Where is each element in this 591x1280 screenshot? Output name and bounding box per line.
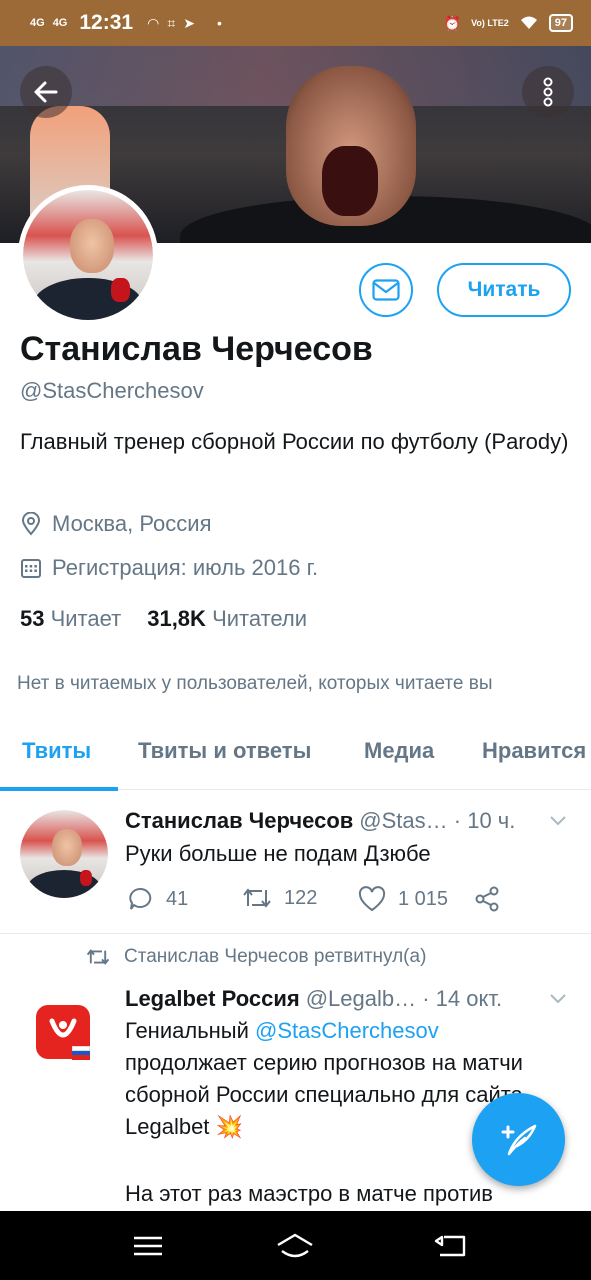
following-label: Читает bbox=[50, 606, 122, 631]
follow-stats: 53 Читает 31,8K Читатели bbox=[20, 606, 307, 632]
mail-icon bbox=[372, 279, 400, 301]
home-icon[interactable] bbox=[275, 1231, 315, 1261]
mention-link[interactable]: @StasCherchesov bbox=[255, 1018, 439, 1043]
like-count: 1 015 bbox=[398, 887, 449, 910]
retweet-indicator: Станислав Черчесов ретвитнул(а) bbox=[86, 946, 426, 968]
tweet-text-2-part1: Гениальный bbox=[125, 1018, 256, 1043]
message-button[interactable] bbox=[359, 263, 413, 317]
tweet-author-avatar[interactable] bbox=[20, 810, 108, 898]
wifi-icon bbox=[520, 16, 537, 29]
followers-count: 31,8K bbox=[147, 606, 206, 631]
system-nav-bar bbox=[0, 1211, 591, 1280]
reply-action[interactable]: 41 bbox=[128, 886, 188, 912]
tweet-handle-time-2: @Legalb… · 14 окт. bbox=[305, 986, 503, 1011]
tab-tweets-replies[interactable]: Твиты и ответы bbox=[138, 738, 311, 764]
rss-icon: ◠ bbox=[147, 14, 160, 31]
legalbet-logo-icon bbox=[49, 1018, 77, 1038]
clock: 12:31 bbox=[79, 11, 134, 34]
avatar-face bbox=[69, 218, 114, 274]
tweet-avatar-photo bbox=[20, 810, 108, 898]
compose-icon bbox=[501, 1124, 536, 1155]
joined-text: Регистрация: июль 2016 г. bbox=[52, 555, 319, 580]
back-button[interactable] bbox=[20, 66, 72, 118]
tab-likes[interactable]: Нравится bbox=[482, 738, 586, 764]
avatar-photo bbox=[23, 190, 153, 320]
profile-bio: Главный тренер сборной России по футболу… bbox=[20, 429, 569, 454]
following-count: 53 bbox=[20, 606, 45, 631]
like-icon bbox=[358, 886, 386, 912]
back-nav-icon[interactable] bbox=[430, 1231, 470, 1261]
location-pin-icon bbox=[21, 512, 41, 536]
profile-tabs: Твиты Твиты и ответы Медиа Нравится bbox=[0, 718, 591, 791]
retweet-icon bbox=[243, 888, 271, 908]
retweet-count: 122 bbox=[284, 886, 318, 909]
followers-stat[interactable]: 31,8K Читатели bbox=[147, 606, 307, 632]
tab-media[interactable]: Медиа bbox=[364, 738, 434, 764]
tweet-avatar-face bbox=[51, 829, 82, 867]
tweet-actions: 41 122 1 015 bbox=[125, 886, 525, 916]
retweet-action[interactable]: 122 bbox=[242, 886, 317, 910]
tweet-divider bbox=[0, 933, 591, 934]
status-bar: 4G 4G 12:31 ◠ ⌗ ➤ • ⏰ Vo) LTE2 97 bbox=[0, 0, 591, 46]
chevron-down-icon[interactable] bbox=[548, 811, 568, 831]
follow-button[interactable]: Читать bbox=[437, 263, 571, 317]
followers-label: Читатели bbox=[212, 606, 308, 631]
tweet-handle-time: @Stas… · 10 ч. bbox=[359, 808, 516, 833]
following-stat[interactable]: 53 Читает bbox=[20, 606, 121, 632]
compose-tweet-button[interactable] bbox=[472, 1093, 565, 1186]
location-row: Москва, Россия bbox=[20, 511, 211, 537]
retweet-small-icon bbox=[86, 949, 110, 965]
tweet-author-name-2[interactable]: Legalbet Россия bbox=[125, 986, 300, 1012]
more-options-button[interactable] bbox=[522, 66, 574, 118]
active-tab-indicator bbox=[0, 787, 118, 791]
reply-count: 41 bbox=[166, 887, 189, 910]
more-vertical-icon bbox=[543, 77, 553, 107]
retweeted-by-text: Станислав Черчесов ретвитнул(а) bbox=[124, 946, 427, 967]
chevron-down-icon-2[interactable] bbox=[548, 989, 568, 1009]
calendar-icon bbox=[21, 559, 41, 578]
banner-mouth bbox=[322, 146, 378, 216]
alarm-icon: ⏰ bbox=[443, 14, 462, 31]
tweet-header: Станислав Черчесов @Stas… · 10 ч. bbox=[125, 808, 515, 834]
menu-icon[interactable] bbox=[128, 1231, 168, 1261]
reply-icon bbox=[129, 887, 152, 910]
share-action[interactable] bbox=[474, 886, 500, 912]
profile-avatar[interactable] bbox=[18, 185, 158, 325]
share-icon bbox=[475, 886, 499, 912]
display-name: Станислав Черчесов bbox=[20, 330, 373, 368]
tweet-text-2-part3: На этот раз маэстро в матче против bbox=[125, 1181, 493, 1206]
user-handle: @StasCherchesov bbox=[20, 378, 204, 403]
tweet-author-name[interactable]: Станислав Черчесов bbox=[125, 808, 353, 834]
like-action[interactable]: 1 015 bbox=[358, 886, 448, 912]
location-text: Москва, Россия bbox=[52, 511, 212, 536]
network-indicator-2: 4G bbox=[52, 16, 68, 29]
notification-dot-icon: • bbox=[216, 15, 222, 31]
russia-flag-icon bbox=[72, 1046, 90, 1060]
volte-indicator: Vo) LTE2 bbox=[471, 17, 509, 28]
tab-tweets[interactable]: Твиты bbox=[22, 738, 91, 764]
mutuals-notice: Нет в читаемых у пользователей, которых … bbox=[17, 673, 493, 694]
slack-icon: ⌗ bbox=[167, 14, 176, 31]
joined-row: Регистрация: июль 2016 г. bbox=[20, 555, 318, 581]
tweet-header-2: Legalbet Россия @Legalb… · 14 окт. bbox=[125, 986, 502, 1012]
avatar-microphone bbox=[111, 278, 130, 302]
battery-indicator: 97 bbox=[548, 14, 573, 32]
tweet-text-2-part2: продолжает серию прогнозов на матчи сбор… bbox=[125, 1050, 523, 1139]
tweet-text: Руки больше не подам Дзюбе bbox=[125, 841, 431, 866]
telegram-icon: ➤ bbox=[183, 14, 195, 31]
back-arrow-icon bbox=[34, 81, 58, 103]
tweet-avatar-microphone bbox=[79, 869, 93, 886]
network-indicator-1: 4G bbox=[30, 16, 45, 29]
